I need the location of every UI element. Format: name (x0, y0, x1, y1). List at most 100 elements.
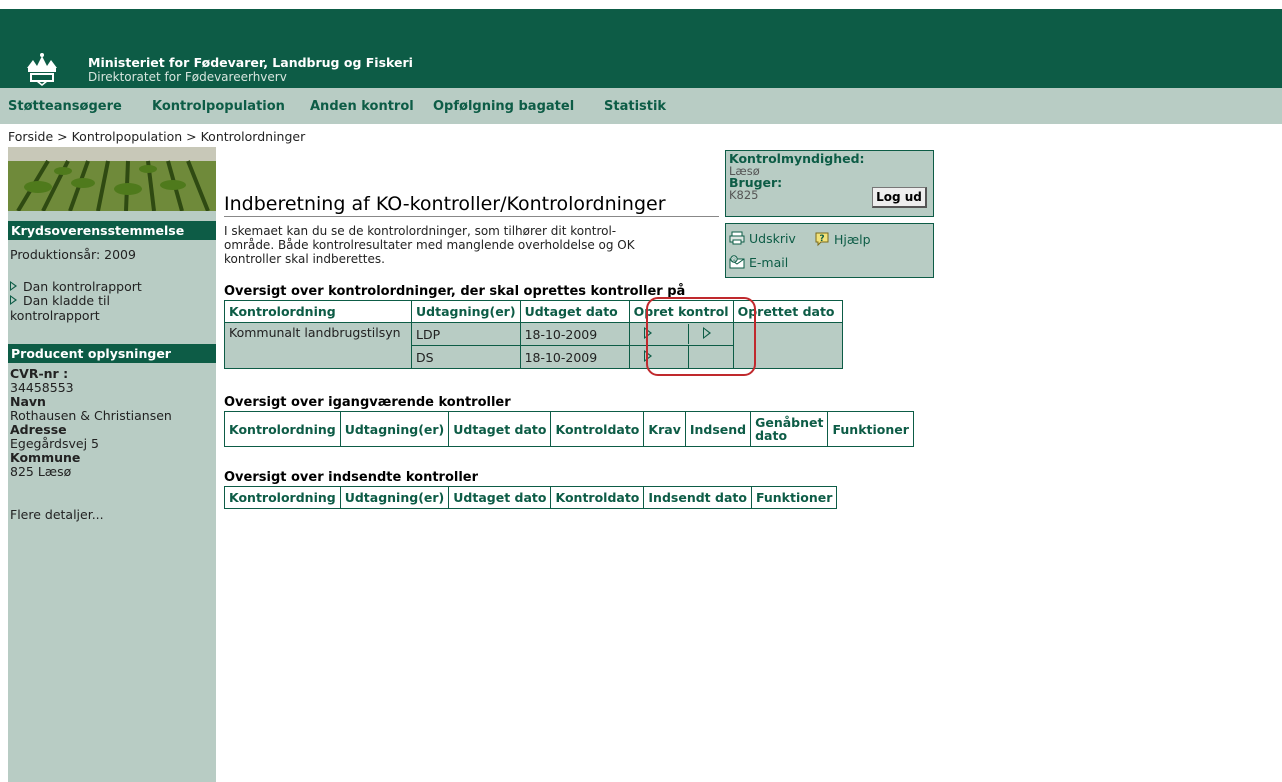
site-header: Ministeriet for Fødevarer, Landbrug og F… (0, 0, 1282, 88)
more-details-link[interactable]: Flere detaljer... (10, 507, 104, 522)
breadcrumb-current: Kontrolordninger (200, 129, 306, 144)
ministry-name: Ministeriet for Fødevarer, Landbrug og F… (88, 55, 413, 70)
triangle-right-icon (10, 295, 17, 305)
page-title: Indberetning af KO-kontroller/Kontrolord… (224, 193, 666, 215)
opret-subtable (629, 346, 733, 368)
address-label: Adresse (10, 422, 67, 437)
triangle-right-icon (10, 281, 17, 291)
table-header-row: Kontrolordning Udtagning(er) Udtaget dat… (224, 300, 843, 323)
section-producent-oplysninger: Producent oplysninger (8, 344, 216, 363)
col-funktioner: Funktioner (827, 411, 914, 447)
indsendte-table: Kontrolordning Udtagning(er) Udtaget dat… (224, 486, 838, 509)
intro-text: I skemaet kan du se de kontrolordninger,… (224, 224, 719, 266)
col-kontrolordning: Kontrolordning (224, 411, 341, 447)
help-label: Hjælp (833, 232, 871, 247)
nav-stotteansogere[interactable]: Støtteansøgere (8, 99, 122, 114)
production-year: Produktionsår: 2009 (10, 247, 136, 262)
svg-text:?: ? (819, 234, 824, 244)
dan-kontrolrapport-link[interactable]: Dan kontrolrapport (10, 279, 142, 294)
cell-kontrolordning: Kommunalt landbrugstilsyn (224, 322, 412, 369)
opret-subtable (629, 324, 733, 344)
print-link[interactable]: Udskriv (729, 231, 796, 246)
user-value: K825 (729, 188, 759, 202)
breadcrumb-kontrolpopulation[interactable]: Kontrolpopulation (72, 129, 183, 144)
col-udtaget-dato: Udtaget dato (519, 300, 630, 323)
col-label: dato (755, 428, 788, 443)
cell-oprettet-dato (732, 322, 843, 369)
nav-kontrolpopulation[interactable]: Kontrolpopulation (152, 99, 285, 114)
col-oprettet-dato: Oprettet dato (732, 300, 843, 323)
intro-line: område. Både kontrolresultater med mangl… (224, 238, 635, 252)
col-indsendt-dato: Indsendt dato (643, 486, 752, 509)
breadcrumb: Forside > Kontrolpopulation > Kontrolord… (8, 129, 305, 144)
breadcrumb-home[interactable]: Forside (8, 129, 53, 144)
col-udtagning: Udtagning(er) (411, 300, 521, 323)
cell-udtagning: DS (411, 345, 521, 369)
col-kontroldato: Kontroldato (550, 411, 645, 447)
col-kontrolordning: Kontrolordning (224, 300, 412, 323)
kontrolordninger-table: Kontrolordning Udtagning(er) Udtaget dat… (224, 300, 843, 369)
producer-details: CVR-nr : 34458553 Navn Rothausen & Chris… (10, 367, 172, 479)
cell-opret-kontrol (628, 345, 734, 369)
print-label: Udskriv (748, 231, 796, 246)
section-krydsoverensstemmelse: Krydsoverensstemmelse (8, 221, 216, 240)
nav-anden-kontrol[interactable]: Anden kontrol (310, 99, 414, 114)
printer-icon (729, 231, 745, 245)
col-krav: Krav (643, 411, 686, 447)
col-udtaget-dato: Udtaget dato (448, 411, 552, 447)
opret-cell (629, 324, 689, 344)
intro-line: I skemaet kan du se de kontrolordninger,… (224, 224, 617, 238)
directorate-name: Direktoratet for Fødevareerhverv (88, 70, 287, 84)
tools-box: Udskriv ? Hjælp @ E-mail (725, 223, 934, 278)
email-icon: @ (729, 255, 745, 269)
intro-line: kontroller skal indberettes. (224, 252, 385, 266)
col-genabnet-dato: Genåbnet dato (750, 411, 829, 447)
col-funktioner: Funktioner (750, 486, 838, 509)
opret-kontrol-ds-arrow-icon[interactable] (643, 349, 652, 362)
opret-kontrol-ldp-arrow-icon[interactable] (643, 326, 652, 339)
address-value: Egegårdsvej 5 (10, 436, 99, 451)
col-indsend: Indsend (684, 411, 752, 447)
table-header-row: Kontrolordning Udtagning(er) Udtaget dat… (224, 411, 914, 447)
breadcrumb-separator: > (186, 129, 197, 144)
col-kontrolordning: Kontrolordning (224, 486, 341, 509)
table1-title: Oversigt over kontrolordninger, der skal… (224, 284, 686, 299)
breadcrumb-separator: > (57, 129, 68, 144)
cvr-value: 34458553 (10, 380, 74, 395)
cell-udtaget-dato: 18-10-2009 (519, 322, 630, 346)
col-opret-kontrol: Opret kontrol (628, 300, 734, 323)
link-label: kontrolrapport (10, 308, 100, 323)
opret-kontrol-both-arrow-icon[interactable] (702, 326, 711, 339)
main-navigation: Støtteansøgere Kontrolpopulation Anden k… (0, 88, 1282, 124)
table2-title: Oversigt over igangværende kontroller (224, 395, 511, 410)
cell-udtaget-dato: 18-10-2009 (519, 345, 630, 369)
cvr-label: CVR-nr : (10, 366, 69, 381)
sidebar: Krydsoverensstemmelse Produktionsår: 200… (8, 147, 216, 782)
crop-field-image (8, 147, 216, 211)
name-label: Navn (10, 394, 46, 409)
opret-cell (629, 346, 689, 368)
link-label: Dan kontrolrapport (23, 279, 142, 294)
col-udtaget-dato: Udtaget dato (448, 486, 552, 509)
dan-kladde-link[interactable]: Dan kladde til kontrolrapport (10, 293, 110, 323)
table3-title: Oversigt over indsendte kontroller (224, 470, 479, 485)
nav-opfolgning-bagatel[interactable]: Opfølgning bagatel (433, 99, 574, 114)
authority-box: Kontrolmyndighed: Læsø Bruger: K825 Log … (725, 150, 934, 217)
cell-udtagning: LDP (411, 322, 521, 346)
email-link[interactable]: @ E-mail (729, 255, 788, 270)
municipality-value: 825 Læsø (10, 464, 72, 479)
name-value: Rothausen & Christiansen (10, 408, 172, 423)
nav-statistik[interactable]: Statistik (604, 99, 666, 114)
municipality-label: Kommune (10, 450, 81, 465)
table-row: Kommunalt landbrugstilsyn LDP 18-10-2009 (224, 322, 843, 369)
help-link[interactable]: ? Hjælp (814, 231, 871, 247)
opret-both-cell (688, 324, 733, 344)
cell-opret-kontrol (628, 322, 734, 346)
svg-text:@: @ (732, 257, 737, 263)
igangvaerende-table: Kontrolordning Udtagning(er) Udtaget dat… (224, 411, 914, 447)
header-top-strip (0, 0, 1282, 9)
col-udtagning: Udtagning(er) (339, 411, 450, 447)
title-divider (224, 216, 719, 217)
logout-button[interactable]: Log ud (872, 187, 927, 208)
col-udtagning: Udtagning(er) (339, 486, 450, 509)
